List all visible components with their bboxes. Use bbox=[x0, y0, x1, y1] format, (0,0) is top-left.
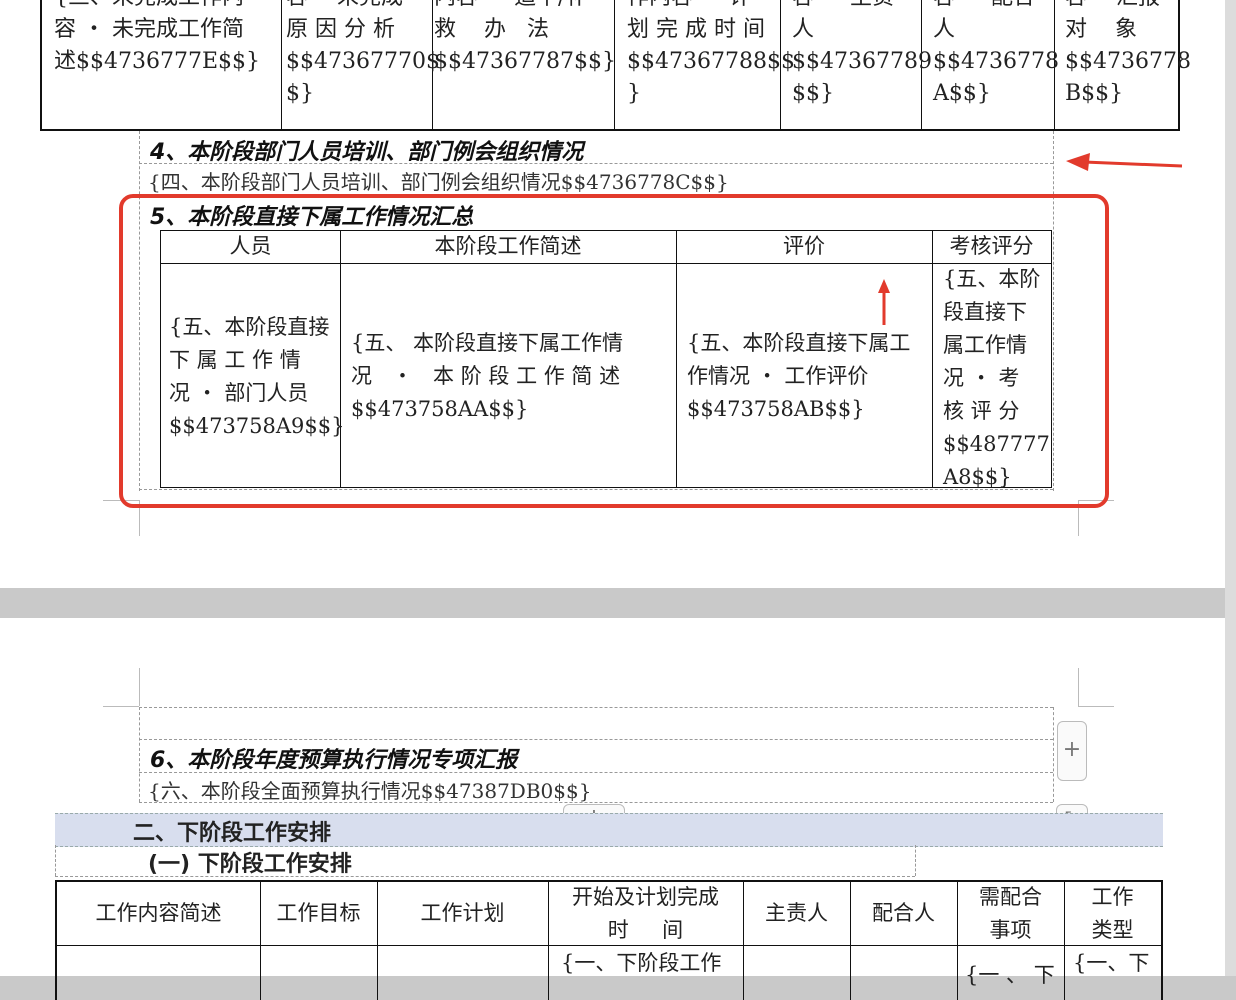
document-page-1: {三、未完成工作内 容 ・ 未完成工作简 述$$4736777E$$} 容 ・未… bbox=[0, 0, 1225, 588]
left-arrow-icon bbox=[1066, 153, 1183, 171]
table-column-divider bbox=[281, 0, 282, 129]
unfinished-work-table: {三、未完成工作内 容 ・ 未完成工作简 述$$4736777E$$} 容 ・未… bbox=[40, 0, 1191, 131]
table-cell[interactable]: {三、未完成工作内 容 ・ 未完成工作简 述$$4736777E$$} bbox=[54, 0, 260, 78]
section-6-placeholder[interactable]: {六、本阶段全面预算执行情况$$47387DB0$$} bbox=[148, 775, 591, 804]
document-page-2: 6、本阶段年度预算执行情况专项汇报 {六、本阶段全面预算执行情况$$47387D… bbox=[0, 618, 1225, 1000]
section-6-heading[interactable]: 6、本阶段年度预算执行情况专项汇报 bbox=[150, 742, 517, 774]
margin-corner-mark bbox=[1078, 706, 1114, 707]
text-boundary-guide bbox=[139, 707, 140, 802]
part-2-title[interactable]: 二、下阶段工作安排 bbox=[133, 815, 331, 847]
highlight-box bbox=[119, 194, 1109, 508]
margin-corner-mark bbox=[1078, 668, 1079, 706]
text-boundary-guide bbox=[55, 845, 56, 876]
text-boundary-guide bbox=[915, 845, 916, 876]
column-header-coordination-items: 需配合 事项 bbox=[979, 885, 1042, 942]
table-cell[interactable]: {一 、 下 bbox=[965, 960, 1055, 990]
column-header-work-type: 工作 类型 bbox=[1091, 885, 1134, 942]
text-boundary-guide bbox=[1053, 707, 1054, 802]
section-4-heading[interactable]: 4、本阶段部门人员培训、部门例会组织情况 bbox=[150, 134, 583, 166]
table-cell[interactable]: 容 ・未完成 原 因 分 析 $$47367770$ $} bbox=[286, 0, 440, 110]
column-header-work-plan: 工作计划 bbox=[420, 901, 505, 925]
margin-corner-mark bbox=[103, 706, 139, 707]
column-header-collaborator: 配合人 bbox=[872, 901, 935, 925]
table-cell[interactable]: 容 ・ 配合 人 $$4736778 A$$} bbox=[933, 0, 1059, 110]
table-cell[interactable]: {一、下阶段工作 bbox=[561, 948, 721, 978]
table-cell[interactable]: 容 ・ 主责 人 $$47367789 $$} bbox=[792, 0, 932, 110]
next-phase-work-table: 工作内容简述 工作目标 工作计划 开始及计划完成 时 间 主责人 配合人 需配合… bbox=[55, 880, 1163, 1000]
up-arrow-icon bbox=[878, 279, 890, 325]
column-header-schedule: 开始及计划完成 时 间 bbox=[572, 885, 719, 942]
add-row-button[interactable]: + bbox=[1057, 721, 1087, 781]
table-cell[interactable]: 内容 ・ 追平/补 救 办 法 $$47367787$$} bbox=[434, 0, 616, 78]
column-header-work-goal: 工作目标 bbox=[276, 901, 361, 925]
margin-corner-mark bbox=[139, 668, 140, 706]
page-gutter bbox=[1225, 0, 1236, 976]
paragraph-guide bbox=[139, 163, 1053, 164]
section-4-placeholder[interactable]: {四、本阶段部门人员培训、部门例会组织情况$$4736778C$$} bbox=[148, 166, 729, 195]
paragraph-guide bbox=[139, 739, 1053, 740]
part-2-subtitle[interactable]: (一) 下阶段工作安排 bbox=[148, 846, 352, 878]
column-header-work-content: 工作内容简述 bbox=[95, 901, 222, 925]
paragraph-guide bbox=[139, 707, 1053, 708]
table-cell[interactable]: 容 ・汇报 对 象 $$4736778 B$$} bbox=[1065, 0, 1191, 110]
table-cell[interactable]: {一、下 bbox=[1073, 948, 1149, 978]
table-cell[interactable]: 作内容 ・ 计 划 完 成 时 间 $$47367788$$ } bbox=[627, 0, 795, 110]
column-header-owner: 主责人 bbox=[765, 901, 828, 925]
